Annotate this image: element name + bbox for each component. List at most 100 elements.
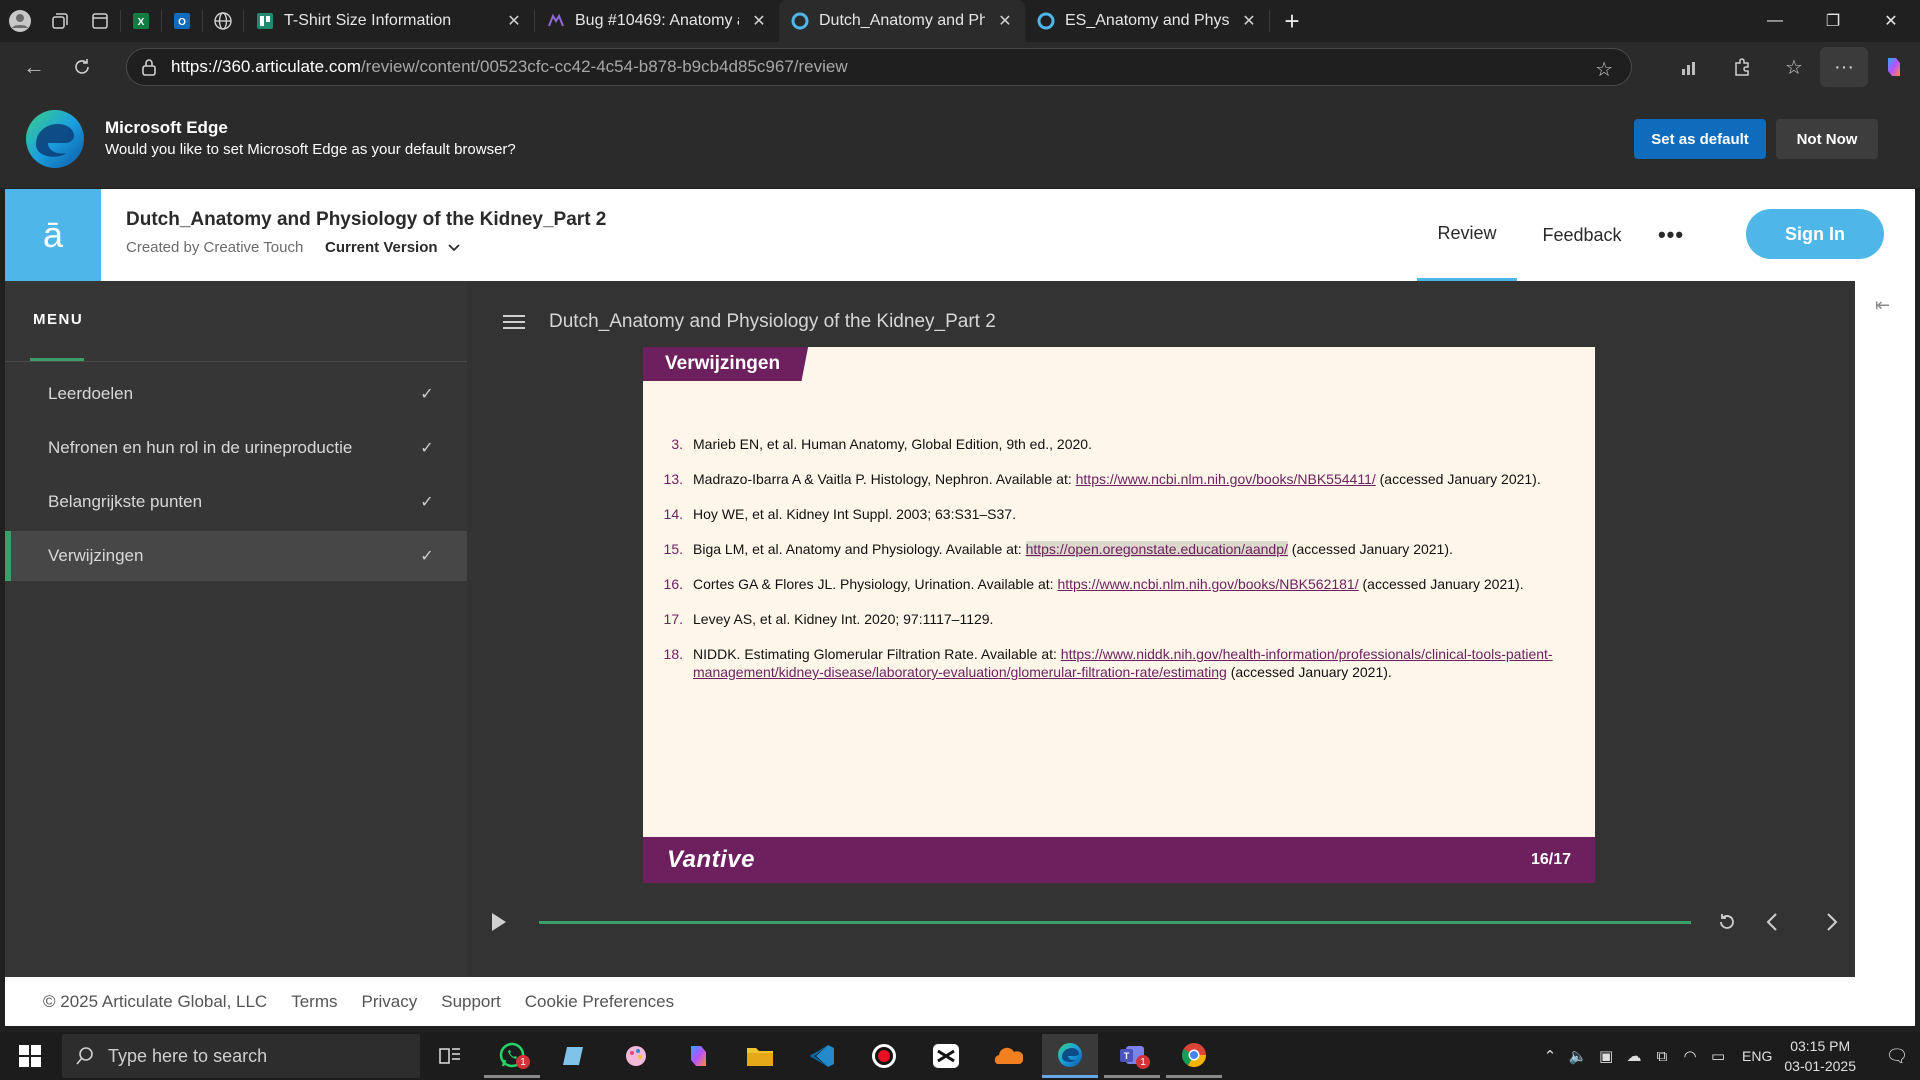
onedrive-icon[interactable]: ☁ [1620, 1047, 1648, 1065]
slide: Verwijzingen 3. Marieb EN, et al. Human A… [643, 347, 1595, 883]
browser-tab-dutch[interactable]: Dutch_Anatomy and Physiology o ✕ [779, 0, 1025, 42]
version-dropdown[interactable]: Current Version [325, 239, 460, 256]
favorites-icon[interactable]: ☆ [1768, 47, 1820, 87]
next-slide-icon[interactable] [1817, 907, 1847, 937]
reference-number: 3. [671, 436, 683, 452]
notifications-icon[interactable]: 🗨 [1874, 1032, 1920, 1080]
banner-message: Would you like to set Microsoft Edge as … [105, 141, 516, 158]
reference-link[interactable]: https://www.ncbi.nlm.nih.gov/books/NBK55… [1076, 471, 1376, 487]
reference-item: 3. Marieb EN, et al. Human Anatomy, Globa… [663, 435, 1563, 453]
svg-text:X: X [138, 17, 145, 28]
reference-text: Marieb EN, et al. Human Anatomy, Global … [693, 435, 1563, 453]
browser-tab-es[interactable]: ES_Anatomy and Physiology of th ✕ [1025, 0, 1269, 42]
browser-tab-bug[interactable]: Bug #10469: Anatomy and Physic ✕ [535, 0, 779, 42]
reference-link[interactable]: https://open.oregonstate.education/aandp… [1025, 541, 1288, 557]
reference-number: 15. [663, 541, 683, 557]
hamburger-menu-icon[interactable] [503, 313, 527, 337]
set-as-default-button[interactable]: Set as default [1634, 119, 1766, 159]
windows-start-icon[interactable] [8, 1036, 52, 1076]
not-now-button[interactable]: Not Now [1776, 119, 1878, 159]
slide-footer: Vantive 16/17 [643, 837, 1595, 883]
chrome-icon[interactable] [1166, 1034, 1222, 1078]
performance-icon[interactable] [1664, 47, 1716, 87]
menu-item-belangrijkste-punten[interactable]: Belangrijkste punten ✓ [5, 477, 467, 527]
close-tab-icon[interactable]: ✕ [995, 11, 1015, 31]
battery-icon[interactable]: ▭ [1704, 1047, 1732, 1065]
excel-pinned-tab-icon[interactable]: X [121, 0, 161, 42]
outlook-pinned-tab-icon[interactable]: O [162, 0, 202, 42]
previous-slide-icon[interactable] [1757, 907, 1787, 937]
reference-link[interactable]: https://www.ncbi.nlm.nih.gov/books/NBK56… [1057, 576, 1358, 592]
tab-review[interactable]: Review [1417, 189, 1517, 281]
privacy-link[interactable]: Privacy [362, 992, 418, 1012]
reference-text: Hoy WE, et al. Kidney Int Suppl. 2003; 6… [693, 505, 1563, 523]
restore-icon[interactable]: ❐ [1804, 0, 1862, 42]
cookie-preferences-link[interactable]: Cookie Preferences [525, 992, 674, 1012]
notes-app-icon[interactable] [546, 1034, 602, 1078]
minimize-icon[interactable]: — [1746, 0, 1804, 42]
close-window-icon[interactable]: ✕ [1862, 0, 1920, 42]
menu-item-nefronen[interactable]: Nefronen en hun rol in de urineproductie… [5, 423, 467, 473]
more-options-icon[interactable]: ••• [1651, 189, 1691, 281]
vscode-icon[interactable] [794, 1034, 850, 1078]
tab-actions-icon[interactable] [80, 0, 120, 42]
workspaces-icon[interactable] [40, 0, 80, 42]
copilot-icon[interactable] [1868, 47, 1920, 87]
new-tab-button[interactable]: + [1270, 0, 1314, 42]
cloud-app-icon[interactable] [980, 1034, 1036, 1078]
close-tab-icon[interactable]: ✕ [749, 11, 769, 31]
menu-item-leerdoelen[interactable]: Leerdoelen ✓ [5, 369, 467, 419]
close-tab-icon[interactable]: ✕ [1239, 11, 1259, 31]
language-indicator[interactable]: ENG [1742, 1048, 1772, 1064]
reference-citation: Hoy WE, et al. Kidney Int Suppl. 2003; 6… [693, 506, 1016, 522]
extensions-icon[interactable] [1716, 47, 1768, 87]
copilot-app-icon[interactable] [670, 1034, 726, 1078]
address-bar[interactable]: https://360.articulate.com/review/conten… [126, 48, 1632, 86]
browser-tab-strip: X O T-Shirt Size Information ✕ Bug #1046… [0, 0, 1920, 42]
volume-icon[interactable]: 🔈 [1564, 1047, 1592, 1065]
menu-heading: MENU [33, 311, 84, 328]
windows-taskbar: Type here to search 1 T 1 ⌃ 🔈 ▣ ☁ ⧉ ◠ ▭ … [0, 1032, 1920, 1080]
teams-icon[interactable]: T 1 [1104, 1034, 1160, 1078]
refresh-icon[interactable] [58, 47, 106, 87]
vantive-logo: Vantive [667, 846, 755, 873]
meet-now-icon[interactable]: ▣ [1592, 1047, 1620, 1065]
show-hidden-icons-icon[interactable]: ⌃ [1536, 1047, 1564, 1065]
display-icon[interactable]: ⧉ [1648, 1048, 1676, 1065]
browser-tab-tshirt[interactable]: T-Shirt Size Information ✕ [244, 0, 534, 42]
profile-icon[interactable] [0, 0, 40, 42]
clock[interactable]: 03:15 PM 03-01-2025 [1784, 1036, 1856, 1076]
task-view-icon[interactable] [422, 1034, 478, 1078]
paint-app-icon[interactable] [608, 1034, 664, 1078]
settings-more-icon[interactable]: ··· [1820, 47, 1868, 87]
articulate-logo[interactable]: ā [5, 189, 101, 281]
check-icon: ✓ [420, 440, 434, 457]
wifi-icon[interactable]: ◠ [1676, 1047, 1704, 1065]
globe-pinned-tab-icon[interactable] [203, 0, 243, 42]
screen-recorder-icon[interactable] [856, 1034, 912, 1078]
sign-in-button[interactable]: Sign In [1746, 209, 1884, 259]
capcut-icon[interactable] [918, 1034, 974, 1078]
support-link[interactable]: Support [441, 992, 501, 1012]
collapse-panel-icon[interactable]: ⇤ [1875, 295, 1890, 316]
play-icon[interactable] [487, 907, 511, 937]
file-explorer-icon[interactable] [732, 1034, 788, 1078]
edge-taskbar-icon[interactable] [1042, 1034, 1098, 1078]
tab-feedback[interactable]: Feedback [1532, 189, 1632, 281]
progress-bar[interactable] [539, 921, 1691, 924]
clock-date: 03-01-2025 [1784, 1058, 1856, 1074]
whatsapp-icon[interactable]: 1 [484, 1034, 540, 1078]
menu-item-verwijzingen[interactable]: Verwijzingen ✓ [5, 531, 467, 581]
url-host: https://360.articulate.com [171, 57, 361, 76]
terms-link[interactable]: Terms [291, 992, 337, 1012]
close-tab-icon[interactable]: ✕ [504, 11, 524, 31]
lock-icon[interactable] [127, 58, 171, 76]
favorite-star-icon[interactable]: ☆ [1595, 57, 1613, 82]
taskbar-search-box[interactable]: Type here to search [62, 1034, 420, 1078]
back-icon[interactable]: ← [10, 47, 58, 87]
menu-item-label: Leerdoelen [48, 384, 134, 403]
check-icon: ✓ [420, 548, 434, 565]
replay-icon[interactable] [1712, 907, 1742, 937]
azure-devops-icon [547, 12, 565, 30]
tab-title: T-Shirt Size Information [284, 12, 452, 29]
